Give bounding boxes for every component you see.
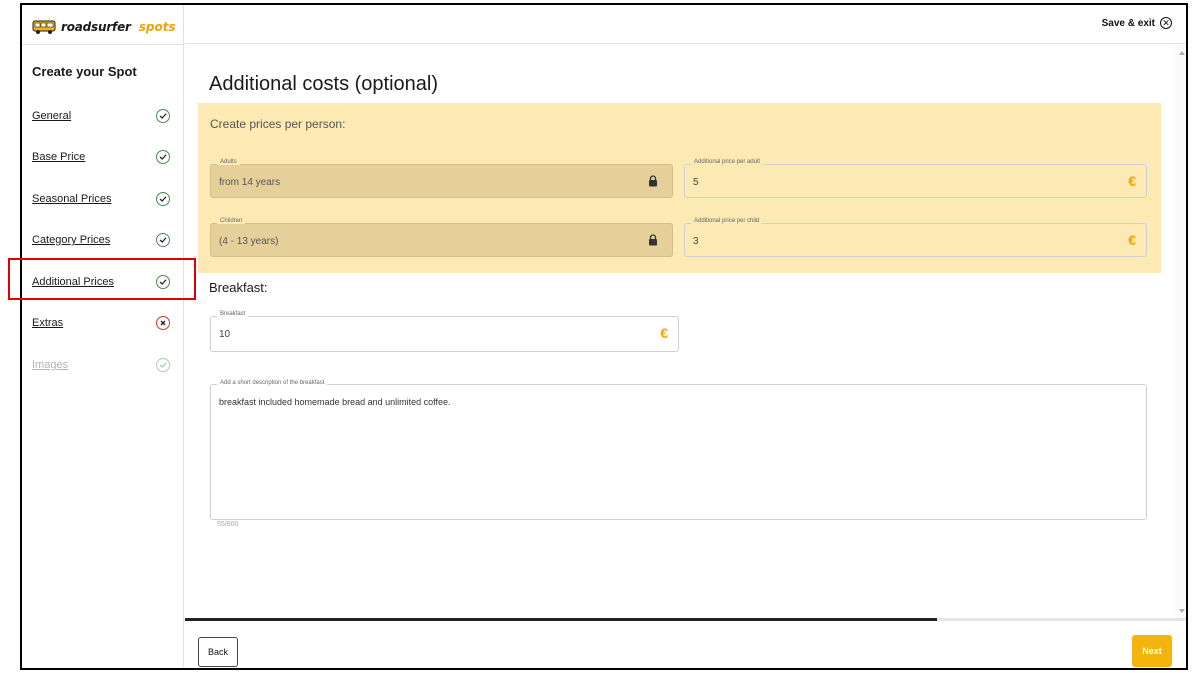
field-label: Additional price per child xyxy=(691,218,763,224)
sidebar: roadsurfer spots Create your Spot Genera… xyxy=(22,5,184,668)
save-exit-button[interactable]: Save & exit ✕ xyxy=(1102,17,1172,29)
sidebar-item-extras[interactable]: Extras xyxy=(22,309,184,337)
field-value[interactable]: breakfast included homemade bread and un… xyxy=(219,397,450,407)
field-label: Breakfast xyxy=(217,311,249,317)
check-icon xyxy=(156,358,170,372)
check-icon xyxy=(156,150,170,164)
save-exit-label: Save & exit xyxy=(1101,17,1155,29)
check-icon xyxy=(156,233,170,247)
sidebar-item-label: Images xyxy=(32,359,69,371)
breakfast-section-label: Breakfast: xyxy=(209,280,268,295)
character-counter: 55/800 xyxy=(217,521,239,528)
logo-subtext: spots xyxy=(138,20,176,34)
check-icon xyxy=(156,192,170,206)
euro-icon: € xyxy=(1128,232,1136,248)
app-window: roadsurfer spots Create your Spot Genera… xyxy=(20,3,1188,670)
error-x-icon xyxy=(156,316,170,330)
close-circle-icon: ✕ xyxy=(1160,17,1172,29)
sidebar-title: Create your Spot xyxy=(32,64,137,79)
sidebar-item-label[interactable]: Base Price xyxy=(32,151,85,163)
scrollbar[interactable] xyxy=(1175,45,1186,619)
euro-icon: € xyxy=(660,325,668,341)
check-icon xyxy=(156,109,170,123)
field-label: Adults xyxy=(217,159,240,165)
lock-icon xyxy=(649,175,657,187)
field-value: from 14 years xyxy=(219,177,281,188)
field-label: Additional price per adult xyxy=(691,159,764,165)
sidebar-item-label[interactable]: Extras xyxy=(32,317,63,329)
field-label: Add a short description of the breakfast xyxy=(217,380,328,386)
breakfast-price-input[interactable]: Breakfast 10 € xyxy=(210,311,679,352)
breakfast-description-textarea[interactable]: Add a short description of the breakfast… xyxy=(210,380,1147,520)
field-value[interactable]: 3 xyxy=(693,236,699,247)
adults-field: Adults from 14 years xyxy=(210,159,673,198)
children-field: Children (4 - 13 years) xyxy=(210,218,673,257)
footer: Back Next xyxy=(185,621,1186,668)
page-title: Additional costs (optional) xyxy=(209,73,439,95)
sidebar-item-label[interactable]: General xyxy=(32,110,71,122)
logo[interactable]: roadsurfer spots xyxy=(32,13,176,41)
sidebar-item-base-price[interactable]: Base Price xyxy=(22,143,184,171)
divider xyxy=(22,44,184,45)
per-person-section: Create prices per person: Adults from 14… xyxy=(198,103,1161,273)
sidebar-item-label[interactable]: Category Prices xyxy=(32,234,110,246)
section-label: Create prices per person: xyxy=(210,117,346,131)
annotation-highlight-box xyxy=(8,258,196,300)
field-value[interactable]: 10 xyxy=(219,329,230,340)
top-bar: Save & exit ✕ xyxy=(185,5,1186,44)
next-button[interactable]: Next xyxy=(1132,635,1172,667)
sidebar-item-label[interactable]: Seasonal Prices xyxy=(32,193,112,205)
sidebar-item-category-prices[interactable]: Category Prices xyxy=(22,226,184,254)
child-price-input[interactable]: Additional price per child 3 € xyxy=(684,218,1147,257)
main-content: Additional costs (optional) Create price… xyxy=(185,45,1175,619)
sidebar-item-seasonal-prices[interactable]: Seasonal Prices xyxy=(22,185,184,213)
euro-icon: € xyxy=(1128,173,1136,189)
sidebar-item-general[interactable]: General xyxy=(22,102,184,130)
sidebar-item-images: Images xyxy=(22,351,184,379)
van-logo-icon xyxy=(32,20,56,34)
field-label: Children xyxy=(217,218,246,224)
field-value[interactable]: 5 xyxy=(693,177,699,188)
field-value: (4 - 13 years) xyxy=(219,236,279,247)
back-button[interactable]: Back xyxy=(198,637,238,667)
scroll-down-arrow-icon[interactable] xyxy=(1179,609,1185,613)
lock-icon xyxy=(649,234,657,246)
logo-text: roadsurfer xyxy=(61,20,131,34)
scroll-up-arrow-icon[interactable] xyxy=(1179,51,1185,55)
adult-price-input[interactable]: Additional price per adult 5 € xyxy=(684,159,1147,198)
